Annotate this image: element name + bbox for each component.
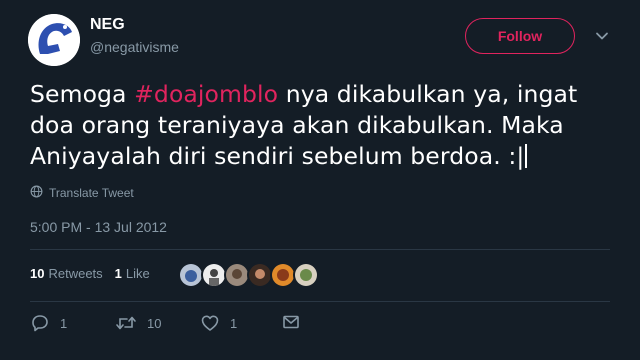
tweet-text-segment: Aniyayalah diri sendiri sebelum berdoa. … [30,142,525,170]
liker-avatar[interactable] [293,262,319,288]
likes-count: 1 [114,266,122,281]
follow-button[interactable]: Follow [465,18,575,54]
divider [30,301,610,302]
chevron-down-icon[interactable] [594,28,610,44]
mail-icon [282,313,300,331]
retweets-label: Retweets [48,266,103,281]
avatar-logo [28,14,80,66]
likes-label: Like [125,266,150,281]
avatar[interactable] [28,14,80,66]
tweet-line-1: Semoga #doajomblo nya dikabulkan ya, ing… [30,79,620,110]
user-handle[interactable]: @negativisme [90,39,179,55]
translate-label: Translate Tweet [49,186,134,200]
retweet-icon [115,313,137,333]
retweet-count: 10 [147,315,162,331]
translate-tweet-link[interactable]: Translate Tweet [30,185,134,201]
text-cursor [525,144,528,168]
reply-icon [30,313,50,333]
tweet-text-segment: Semoga [30,80,135,108]
globe-icon [30,185,43,201]
retweet-button[interactable]: 10 [115,313,161,333]
reply-count: 1 [60,315,68,331]
tweet-actions: 1 10 1 [30,313,299,333]
retweets-count: 10 [30,266,45,281]
like-button[interactable]: 1 [200,313,237,333]
retweets-stat[interactable]: 10 Retweets [30,266,103,281]
like-count: 1 [230,315,238,331]
reply-button[interactable]: 1 [30,313,67,333]
heart-icon [200,313,220,333]
tweet-text: Semoga #doajomblo nya dikabulkan ya, ing… [30,79,620,172]
likes-stat[interactable]: 1 Like [115,266,150,281]
tweet-text-segment: nya dikabulkan ya, ingat [278,80,578,108]
tweet-timestamp[interactable]: 5:00 PM - 13 Jul 2012 [30,219,167,235]
hashtag-link[interactable]: #doajomblo [134,80,278,108]
tweet-stats: 10 Retweets 1 Like [30,266,162,281]
user-display-name[interactable]: NEG [90,16,125,34]
liker-avatars [178,262,319,288]
tweet-line-3: Aniyayalah diri sendiri sebelum berdoa. … [30,141,620,172]
divider [30,249,610,250]
direct-message-button[interactable] [282,313,300,331]
tweet-line-2: doa orang teraniyaya akan dikabulkan. Ma… [30,111,564,139]
